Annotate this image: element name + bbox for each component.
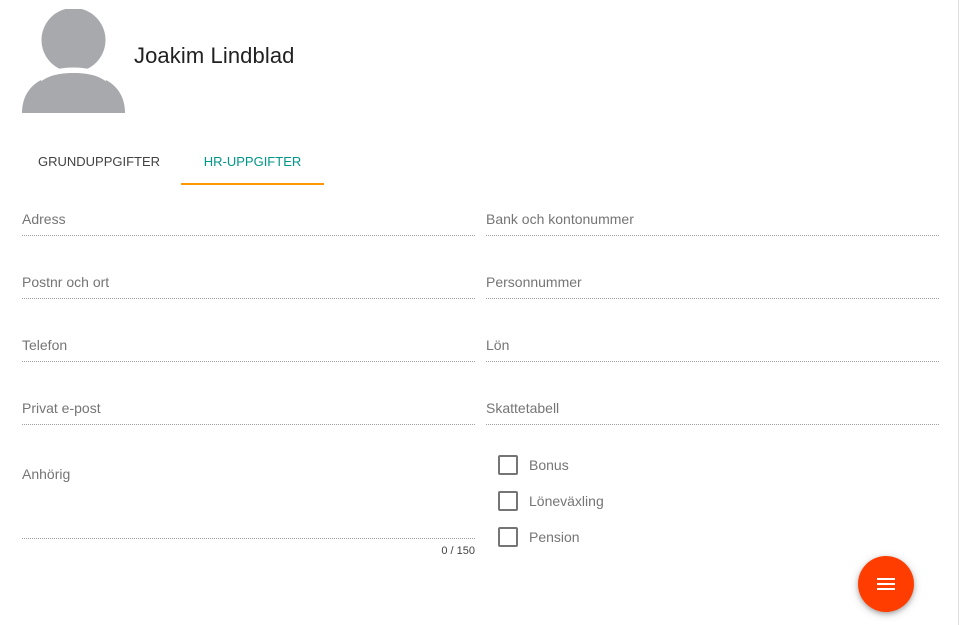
salary-exchange-checkbox-row[interactable]: Löneväxling [498,490,604,512]
postal-city-field[interactable]: Postnr och ort [22,268,475,299]
character-counter: 0 / 150 [441,545,475,557]
menu-icon [877,578,895,590]
salary-label: Lön [486,337,510,353]
address-field[interactable]: Adress [22,205,475,236]
private-email-label: Privat e-post [22,400,101,416]
tax-table-label: Skattetabell [486,400,560,416]
phone-label: Telefon [22,337,68,353]
user-name: Joakim Lindblad [134,43,295,68]
salary-exchange-checkbox[interactable] [498,491,518,511]
pension-checkbox[interactable] [498,527,518,547]
ssn-label: Personnummer [486,274,582,290]
postal-city-label: Postnr och ort [22,274,110,290]
page: Joakim Lindblad GRUNDUPPGIFTER HR-UPPGIF… [0,0,959,625]
bank-account-label: Bank och kontonummer [486,211,634,227]
tab-hr-uppgifter[interactable]: HR-UPPGIFTER [181,140,324,185]
tax-table-field[interactable]: Skattetabell [486,394,939,425]
tab-label: HR-UPPGIFTER [203,154,302,169]
fab-menu-button[interactable] [858,556,914,612]
phone-field[interactable]: Telefon [22,331,475,362]
bonus-checkbox-row[interactable]: Bonus [498,454,569,476]
ssn-field[interactable]: Personnummer [486,268,939,299]
bonus-checkbox[interactable] [498,455,518,475]
pension-label: Pension [529,529,580,545]
pension-checkbox-row[interactable]: Pension [498,526,580,548]
relative-label: Anhörig [22,466,71,482]
salary-exchange-label: Löneväxling [529,493,604,509]
bank-account-field[interactable]: Bank och kontonummer [486,205,939,236]
person-placeholder-icon [22,9,125,113]
bonus-label: Bonus [529,457,569,473]
salary-field[interactable]: Lön [486,331,939,362]
private-email-field[interactable]: Privat e-post [22,394,475,425]
avatar [22,9,125,113]
relative-textarea[interactable]: Anhörig [22,460,475,539]
tab-label: GRUNDUPPGIFTER [38,154,161,169]
tab-grunduppgifter[interactable]: GRUNDUPPGIFTER [22,140,173,184]
tab-bar: GRUNDUPPGIFTER HR-UPPGIFTER [22,140,324,186]
address-label: Adress [22,211,66,227]
